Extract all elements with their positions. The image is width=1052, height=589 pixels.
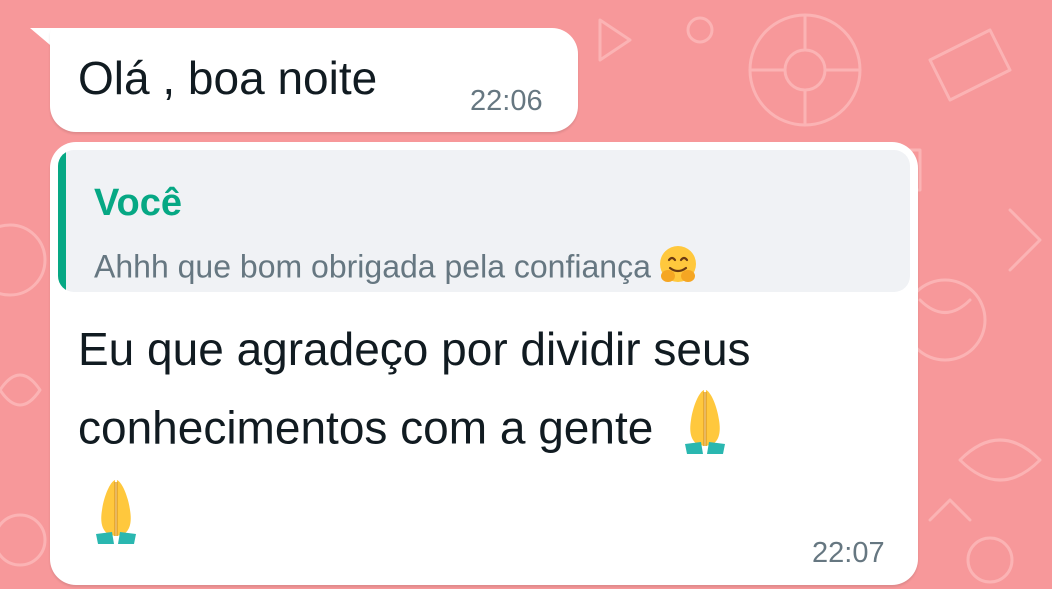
quoted-text: Ahhh que bom obrigada pela confiança — [94, 248, 651, 285]
quote-accent-bar — [58, 150, 66, 292]
folded-hands-emoji-icon — [675, 386, 735, 477]
message-bubble-incoming[interactable]: Olá , boa noite 22:06 — [50, 28, 578, 132]
message-timestamp: 22:06 — [470, 85, 543, 117]
message-text: Olá , boa noite — [78, 52, 378, 104]
message-timestamp: 22:07 — [812, 537, 885, 569]
message-text: Eu que agradeço por dividir seus conheci… — [78, 312, 908, 477]
message-line-1: Eu que agradeço por dividir seus — [78, 323, 751, 375]
message-bubble-reply[interactable]: Você Ahhh que bom obrigada pela confianç… — [50, 142, 918, 585]
quoted-text-row: Ahhh que bom obrigada pela confiança — [94, 244, 699, 292]
message-line-2: conhecimentos com a gente — [78, 401, 654, 454]
folded-hands-emoji-icon — [86, 476, 146, 551]
quoted-message[interactable]: Você Ahhh que bom obrigada pela confianç… — [58, 150, 910, 292]
message-line-2-row: conhecimentos com a gente — [78, 386, 908, 477]
quoted-author: Você — [94, 182, 183, 224]
hugging-face-emoji-icon — [657, 244, 699, 292]
